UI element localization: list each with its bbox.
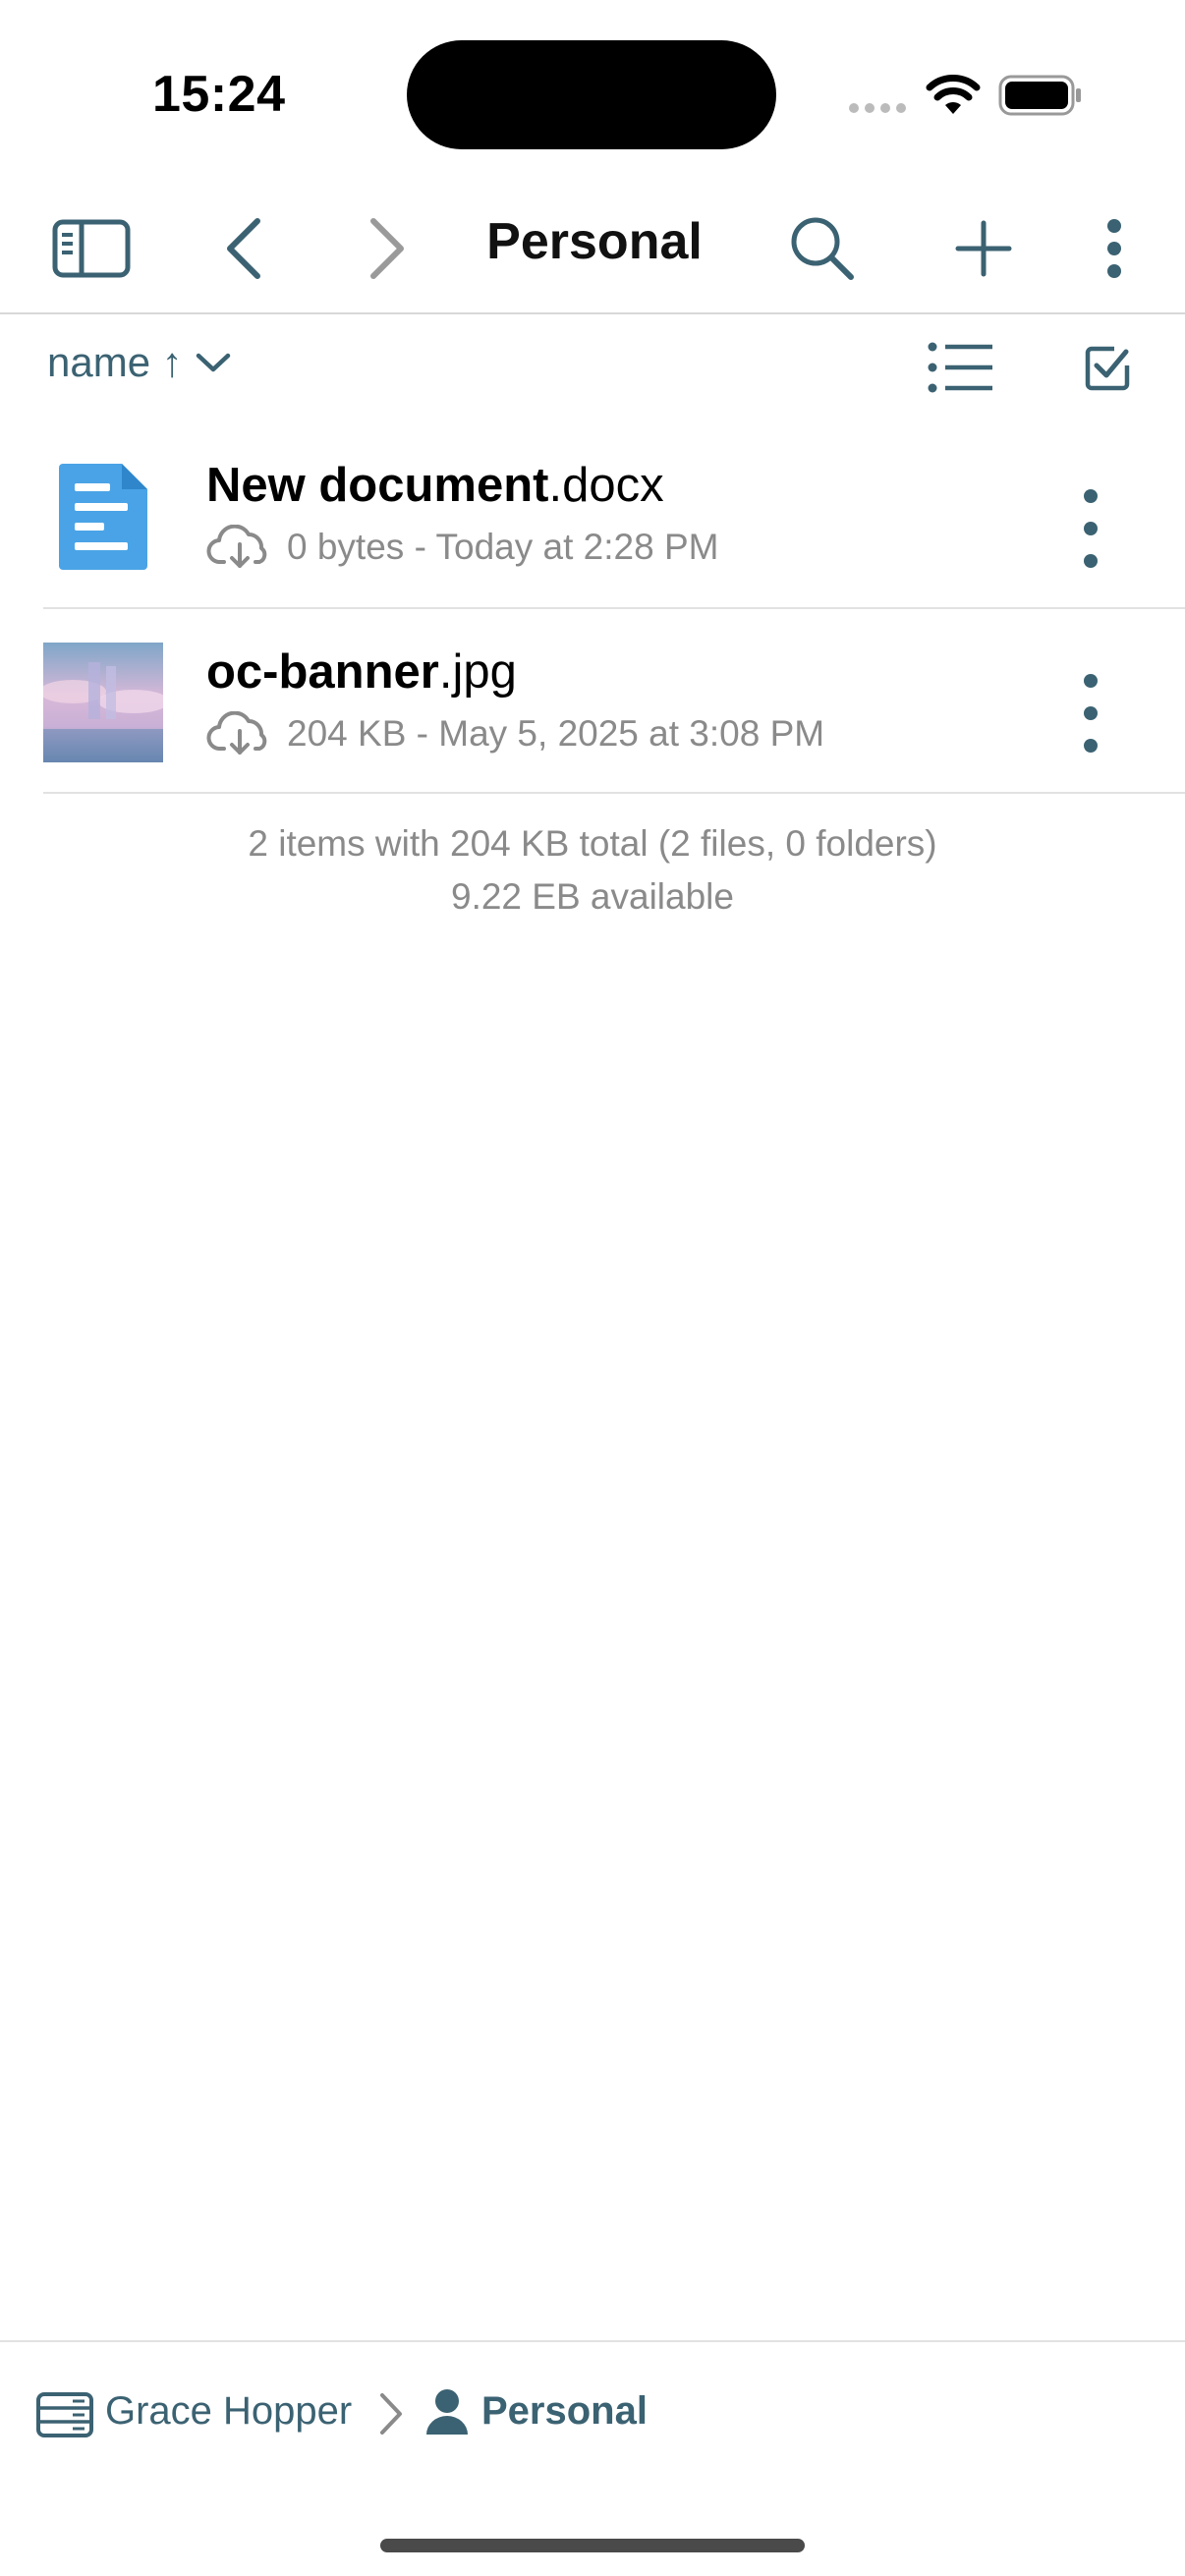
file-extension: .docx — [548, 459, 664, 512]
breadcrumb-current[interactable]: Personal — [481, 2389, 648, 2434]
document-icon — [59, 464, 147, 570]
sidebar-toggle-button[interactable] — [49, 216, 134, 281]
file-meta: 204 KB - May 5, 2025 at 3:08 PM — [206, 711, 824, 756]
list-item[interactable]: New document.docx 0 bytes - Today at 2:2… — [0, 422, 1185, 609]
sort-button[interactable]: name ↑ — [47, 339, 232, 386]
server-icon — [36, 2392, 93, 2437]
search-icon — [791, 217, 854, 280]
summary-items: 2 items with 204 KB total (2 files, 0 fo… — [248, 823, 937, 864]
summary-available: 9.22 EB available — [451, 876, 734, 917]
file-meta-text: 204 KB - May 5, 2025 at 3:08 PM — [287, 713, 825, 754]
search-button[interactable] — [786, 212, 859, 285]
more-vertical-icon — [1084, 489, 1098, 503]
cloud-download-icon — [206, 711, 267, 755]
chevron-right-icon — [380, 2393, 402, 2435]
plus-icon — [955, 220, 1012, 277]
chevron-down-icon — [196, 353, 230, 372]
person-icon — [426, 2389, 468, 2435]
file-more-button[interactable] — [1069, 674, 1112, 753]
list-icon — [928, 342, 992, 393]
dynamic-island — [407, 40, 776, 149]
path-bar: Grace Hopper Personal — [0, 2340, 1185, 2480]
file-meta-text: 0 bytes - Today at 2:28 PM — [287, 527, 719, 567]
list-view-button[interactable] — [928, 342, 994, 398]
file-more-button[interactable] — [1069, 489, 1112, 568]
breadcrumb-root[interactable]: Grace Hopper — [105, 2389, 352, 2434]
divider — [43, 792, 1185, 794]
page-title: Personal — [486, 213, 703, 270]
sort-label: name ↑ — [47, 339, 183, 385]
file-basename: oc-banner — [206, 645, 439, 699]
checkbox-icon — [1085, 346, 1130, 391]
select-button[interactable] — [1085, 346, 1130, 396]
wifi-icon — [926, 75, 981, 114]
more-vertical-icon — [1107, 219, 1121, 278]
more-vertical-icon — [1084, 674, 1098, 688]
file-name: New document.docx — [206, 458, 664, 513]
sidebar-icon — [52, 219, 131, 278]
add-button[interactable] — [949, 214, 1018, 283]
more-button[interactable] — [1091, 214, 1138, 283]
file-name: oc-banner.jpg — [206, 644, 517, 700]
chevron-left-icon — [227, 218, 260, 279]
file-meta: 0 bytes - Today at 2:28 PM — [206, 525, 718, 570]
status-time: 15:24 — [152, 66, 286, 123]
list-item[interactable]: oc-banner.jpg 204 KB - May 5, 2025 at 3:… — [0, 609, 1185, 794]
folder-summary: 2 items with 204 KB total (2 files, 0 fo… — [0, 817, 1185, 924]
forward-button[interactable] — [358, 214, 417, 283]
file-extension: .jpg — [438, 645, 517, 699]
navigation-bar: Personal — [0, 187, 1185, 314]
cloud-download-icon — [206, 525, 267, 568]
image-thumbnail — [43, 643, 163, 762]
chevron-right-icon — [370, 218, 404, 279]
back-button[interactable] — [214, 214, 273, 283]
battery-icon — [998, 75, 1081, 116]
signal-icon — [849, 103, 906, 113]
home-indicator — [380, 2539, 805, 2552]
file-basename: New document — [206, 459, 549, 512]
